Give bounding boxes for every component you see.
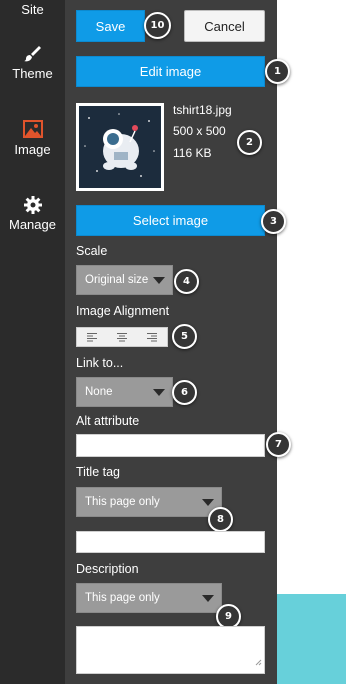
nav-item-manage[interactable]: Manage (0, 195, 65, 232)
title-tag-input[interactable] (76, 531, 265, 553)
align-center-button[interactable] (107, 328, 137, 346)
image-icon (0, 120, 65, 142)
chevron-down-icon (202, 499, 214, 506)
scale-select[interactable]: Original size (76, 265, 173, 295)
callout-badge-4: 4 (174, 269, 199, 294)
page-canvas-teal-block (277, 594, 346, 684)
align-right-icon (147, 333, 157, 342)
link-to-select-value: None (85, 386, 113, 398)
nav-item-label: Image (14, 142, 51, 157)
title-tag-label: Title tag (76, 465, 121, 479)
chevron-down-icon (202, 595, 214, 602)
description-select-value: This page only (85, 592, 160, 604)
callout-badge-3: 3 (261, 209, 286, 234)
link-to-label: Link to... (76, 356, 124, 370)
image-alignment-label: Image Alignment (76, 304, 170, 318)
align-center-icon (117, 333, 127, 342)
image-filesize: 116 KB (173, 146, 212, 160)
page-canvas (277, 0, 346, 594)
nav-item-site[interactable]: Site (0, 2, 65, 17)
align-left-icon (87, 333, 97, 342)
description-select[interactable]: This page only (76, 583, 222, 613)
image-dimensions: 500 x 500 (173, 124, 226, 138)
callout-badge-7: 7 (266, 432, 291, 457)
callout-badge-6: 6 (172, 380, 197, 405)
image-alignment-control (76, 327, 168, 347)
save-button[interactable]: Save (76, 10, 145, 42)
chevron-down-icon (153, 389, 165, 396)
image-thumbnail[interactable] (76, 103, 164, 191)
align-right-button[interactable] (137, 328, 167, 346)
astronaut-image (79, 106, 161, 188)
nav-item-image[interactable]: Image (0, 120, 65, 157)
select-image-button[interactable]: Select image (76, 205, 265, 236)
nav-item-theme[interactable]: Theme (0, 44, 65, 81)
callout-badge-8: 8 (208, 507, 233, 532)
scale-label: Scale (76, 244, 108, 258)
callout-badge-10: 10 (144, 12, 171, 39)
description-label: Description (76, 562, 139, 576)
callout-badge-1: 1 (265, 59, 290, 84)
description-textarea[interactable] (76, 626, 265, 674)
nav-item-label: Manage (9, 217, 56, 232)
image-filename: tshirt18.jpg (173, 103, 232, 117)
gear-icon (0, 195, 65, 217)
nav-item-label: Theme (12, 66, 53, 81)
edit-image-button[interactable]: Edit image (76, 56, 265, 87)
callout-badge-2: 2 (237, 130, 262, 155)
title-tag-select[interactable]: This page only (76, 487, 222, 517)
align-left-button[interactable] (77, 328, 107, 346)
resize-handle-icon[interactable] (255, 653, 262, 671)
callout-badge-5: 5 (172, 324, 197, 349)
cancel-button[interactable]: Cancel (184, 10, 265, 42)
brush-icon (0, 44, 65, 66)
sidebar-nav: Site Theme Image Manage (0, 0, 65, 684)
title-tag-select-value: This page only (85, 496, 160, 508)
scale-select-value: Original size (85, 274, 149, 286)
alt-attribute-input[interactable] (76, 434, 265, 457)
nav-item-label: Site (21, 2, 44, 17)
chevron-down-icon (153, 277, 165, 284)
alt-attribute-label: Alt attribute (76, 414, 140, 428)
link-to-select[interactable]: None (76, 377, 173, 407)
